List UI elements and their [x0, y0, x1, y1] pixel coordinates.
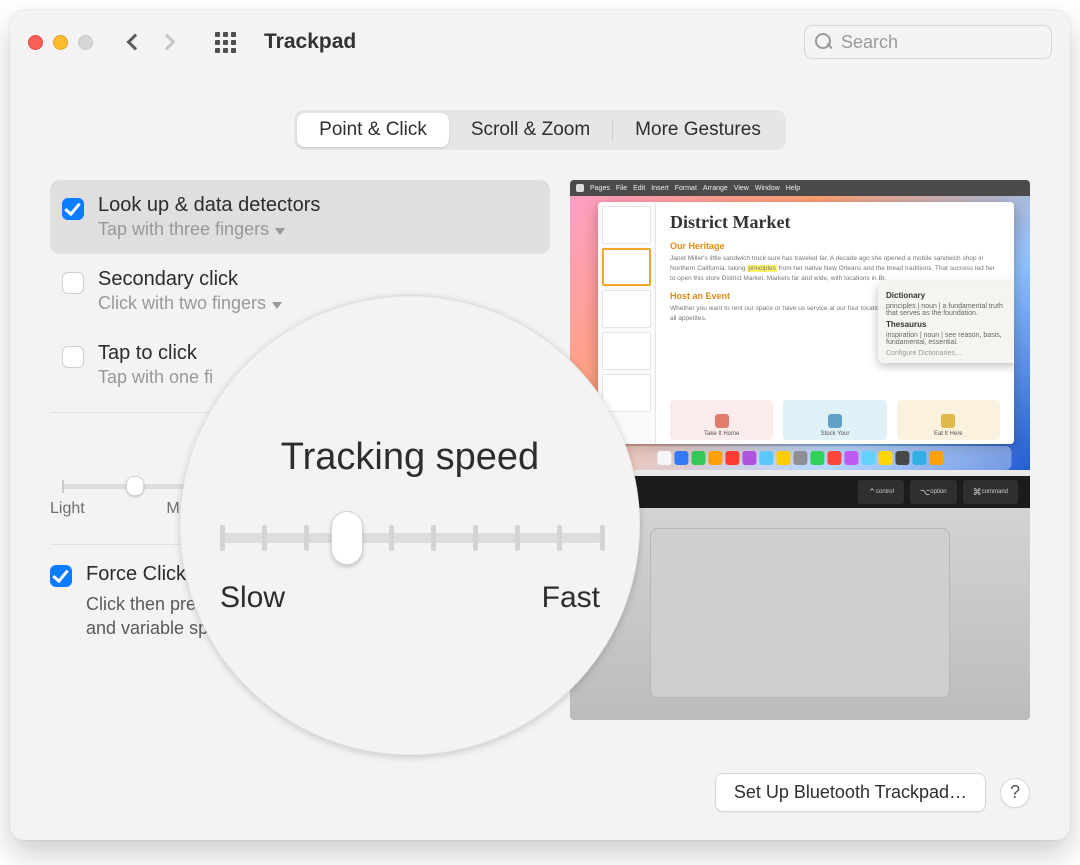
checkbox-force-click[interactable] [50, 565, 72, 587]
minimize-icon[interactable] [53, 35, 68, 50]
back-icon[interactable] [127, 34, 144, 51]
tab-scroll-zoom[interactable]: Scroll & Zoom [449, 113, 612, 147]
preview-trackpad [650, 528, 950, 698]
tab-point-click[interactable]: Point & Click [297, 113, 449, 147]
fork-icon [941, 414, 955, 428]
option-title: Tap to click [98, 342, 213, 365]
thumb [602, 206, 651, 244]
chevron-down-icon [275, 228, 285, 235]
preview-dock [588, 446, 1011, 470]
search-field[interactable]: Search [804, 25, 1052, 59]
forward-icon [159, 34, 176, 51]
option-subtitle[interactable]: Click with two fingers [98, 293, 282, 314]
doc-title: District Market [670, 212, 1000, 233]
titlebar: Trackpad Search [10, 10, 1070, 74]
cart-icon [828, 414, 842, 428]
nav-arrows [129, 36, 173, 48]
checkbox-lookup[interactable] [62, 198, 84, 220]
option-subtitle: Tap with one fi [98, 367, 213, 388]
card: Eat It Here [897, 400, 1000, 440]
apple-icon [576, 184, 584, 192]
magnified-view: Tracking speed Slow Fast [180, 295, 640, 755]
window-title: Trackpad [264, 30, 356, 54]
preview-panel: Pages File Edit Insert Format Arrange Vi… [570, 180, 1030, 720]
doc-paragraph: Janet Miller's little sandwich truck sur… [670, 254, 1000, 283]
preview-doc-main: District Market Our Heritage Janet Mille… [656, 202, 1014, 444]
option-subtitle[interactable]: Tap with three fingers [98, 219, 320, 240]
touchbar-key: ⌥option [910, 480, 957, 504]
lookup-popover: Dictionary principles | noun | a fundame… [878, 282, 1014, 363]
tracking-speed-label: Tracking speed [281, 436, 539, 479]
card: Take It Home [670, 400, 773, 440]
click-speed-knob[interactable] [126, 476, 144, 496]
checkbox-secondary[interactable] [62, 272, 84, 294]
preview-menubar: Pages File Edit Insert Format Arrange Vi… [570, 180, 1030, 196]
home-icon [715, 414, 729, 428]
tab-more-gestures[interactable]: More Gestures [613, 113, 783, 147]
card: Stock Your [783, 400, 886, 440]
option-title: Secondary click [98, 268, 282, 291]
thumb [602, 290, 651, 328]
setup-bluetooth-button[interactable]: Set Up Bluetooth Trackpad… [715, 773, 986, 812]
thumb-selected [602, 248, 651, 286]
touchbar-key: ⌘command [963, 480, 1018, 504]
tabs: Point & Click Scroll & Zoom More Gesture… [10, 110, 1070, 150]
maximize-icon [78, 35, 93, 50]
preview-screen: Pages File Edit Insert Format Arrange Vi… [570, 180, 1030, 470]
thumb [602, 332, 651, 370]
footer: Set Up Bluetooth Trackpad… ? [10, 773, 1070, 840]
traffic-lights [28, 35, 93, 50]
chevron-down-icon [272, 302, 282, 309]
doc-subtitle: Our Heritage [670, 241, 1000, 251]
doc-cards: Take It Home Stock Your Eat It Here [670, 400, 1000, 440]
show-all-icon[interactable] [215, 32, 236, 53]
option-title: Look up & data detectors [98, 194, 320, 217]
option-lookup[interactable]: Look up & data detectors Tap with three … [50, 180, 550, 254]
help-button[interactable]: ? [1000, 778, 1030, 808]
preview-doc-window: District Market Our Heritage Janet Mille… [598, 202, 1014, 444]
segmented-control: Point & Click Scroll & Zoom More Gesture… [294, 110, 786, 150]
tracking-speed-knob[interactable] [331, 511, 363, 565]
thumb [602, 374, 651, 412]
checkbox-tap[interactable] [62, 346, 84, 368]
search-placeholder: Search [841, 32, 898, 53]
tracking-speed-slider[interactable]: Slow Fast [220, 513, 600, 615]
search-icon [815, 33, 833, 51]
touchbar-key: ⌃control [858, 480, 904, 504]
close-icon[interactable] [28, 35, 43, 50]
tracking-speed-labels: Slow Fast [220, 581, 600, 615]
click-speed-slider[interactable] [62, 474, 202, 496]
